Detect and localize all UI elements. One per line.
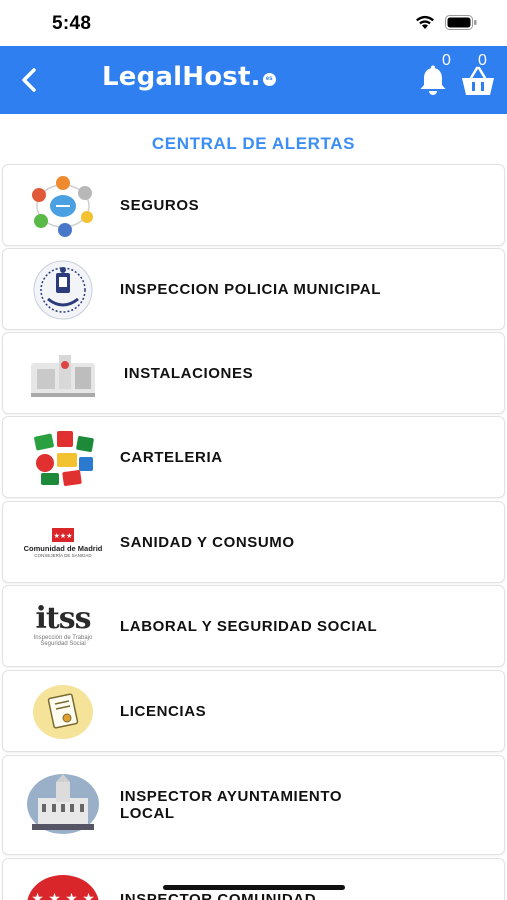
logo-subtext-2: Seguridad Social <box>40 641 86 647</box>
brand-name: LegalHost <box>102 62 251 92</box>
alert-label: INSPECTOR COMUNIDAD <box>120 891 317 900</box>
app-header: LegalHost. es 0 0 <box>0 46 507 114</box>
status-bar: 5:48 <box>0 0 507 46</box>
brand-tld-badge: es <box>262 73 276 86</box>
city-hall-building-icon <box>25 772 101 836</box>
cart-button[interactable]: 0 <box>458 52 500 102</box>
notifications-count: 0 <box>442 52 451 69</box>
svg-text:★ ★ ★ ★: ★ ★ ★ ★ <box>31 891 95 900</box>
alert-item-carteleria[interactable]: CARTELERIA <box>2 416 505 498</box>
battery-icon <box>445 15 477 30</box>
alert-label: LICENCIAS <box>120 703 207 720</box>
cart-count: 0 <box>478 52 487 69</box>
basket-icon <box>462 66 494 95</box>
status-time: 5:48 <box>52 13 92 34</box>
comunidad-madrid-logo-icon: ★★★ Comunidad de Madrid CONSEJERÍA DE SA… <box>23 511 103 575</box>
itss-logo-icon: itss Inspección de Trabajo Seguridad Soc… <box>25 593 101 657</box>
alert-label: INSTALACIONES <box>124 365 254 382</box>
alert-item-licencias[interactable]: LICENCIAS <box>2 670 505 752</box>
madrid-flag-icon: ★ ★ ★ ★ <box>25 871 101 900</box>
notifications-button[interactable]: 0 <box>414 52 454 102</box>
alert-item-policia-municipal[interactable]: INSPECCION POLICIA MUNICIPAL <box>2 248 505 330</box>
brand-logo: LegalHost. es <box>102 62 276 92</box>
alert-label: INSPECTOR AYUNTAMIENTO LOCAL <box>120 788 342 822</box>
home-indicator[interactable] <box>163 885 345 890</box>
chevron-left-icon <box>22 68 36 92</box>
brand-dot: . <box>250 62 261 92</box>
alert-item-inspector-comunidad[interactable]: ★ ★ ★ ★ INSPECTOR COMUNIDAD <box>2 858 505 900</box>
alert-label: LABORAL Y SEGURIDAD SOCIAL <box>120 618 378 635</box>
alert-item-sanidad-consumo[interactable]: ★★★ Comunidad de Madrid CONSEJERÍA DE SA… <box>2 501 505 583</box>
installations-machinery-icon <box>25 342 101 406</box>
alert-label-line2: LOCAL <box>120 805 175 822</box>
section-title: CENTRAL DE ALERTAS <box>151 134 356 153</box>
alert-label: INSPECCION POLICIA MUNICIPAL <box>120 281 381 298</box>
alert-item-seguros[interactable]: SEGUROS <box>2 164 505 246</box>
logo-text: Comunidad de Madrid <box>23 544 103 553</box>
municipal-police-seal-icon <box>25 258 101 322</box>
svg-text:★★★: ★★★ <box>54 532 73 540</box>
insurance-network-icon <box>25 174 101 238</box>
alert-label: CARTELERIA <box>120 449 223 466</box>
logo-text: itss <box>35 601 91 636</box>
alert-item-inspector-ayuntamiento[interactable]: INSPECTOR AYUNTAMIENTO LOCAL <box>2 755 505 855</box>
alert-label: SEGUROS <box>120 197 200 214</box>
alert-item-laboral-seguridad-social[interactable]: itss Inspección de Trabajo Seguridad Soc… <box>2 585 505 667</box>
back-button[interactable] <box>14 64 44 96</box>
wifi-icon <box>416 15 434 29</box>
license-certificate-icon <box>25 680 101 744</box>
alert-item-instalaciones[interactable]: INSTALACIONES <box>2 332 505 414</box>
status-icons <box>415 15 477 30</box>
logo-subtext: CONSEJERÍA DE SANIDAD <box>34 553 92 558</box>
signage-icon <box>25 426 101 490</box>
alert-label-line1: INSPECTOR AYUNTAMIENTO <box>120 788 343 805</box>
alert-label: SANIDAD Y CONSUMO <box>120 534 295 551</box>
